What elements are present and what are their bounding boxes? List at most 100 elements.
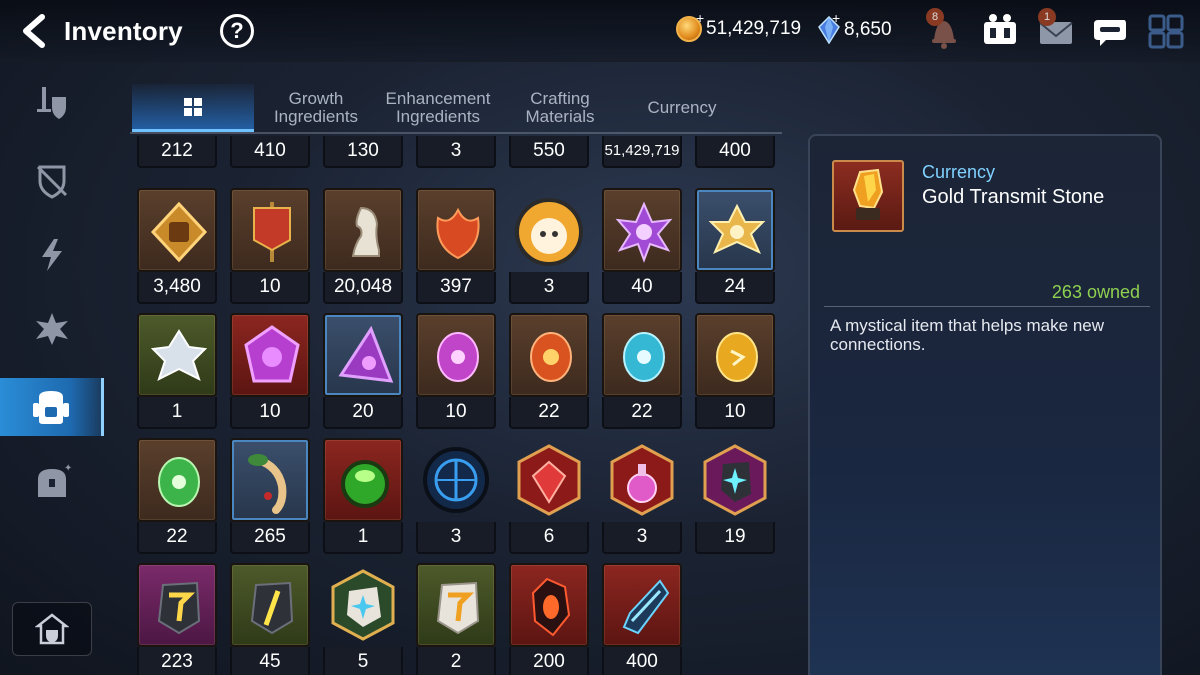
notifications-button[interactable]: 8 <box>924 8 964 50</box>
sidebar-item-storage[interactable]: ✦ <box>0 454 104 512</box>
home-icon <box>35 613 69 645</box>
back-button[interactable] <box>18 14 50 48</box>
item-slot[interactable]: 3 <box>509 188 589 304</box>
item-quantity: 223 <box>137 647 217 675</box>
item-slot[interactable]: 397 <box>416 188 496 304</box>
item-quantity: 3 <box>416 136 496 168</box>
item-frame <box>602 188 682 272</box>
item-slot[interactable]: 223 <box>137 563 217 675</box>
lightning-icon <box>42 239 62 271</box>
item-slot[interactable]: 22 <box>602 313 682 429</box>
item-frame <box>137 313 217 397</box>
item-slot[interactable]: 10 <box>230 188 310 304</box>
sidebar-item-artifact[interactable] <box>0 152 104 210</box>
chat-icon <box>1094 20 1126 46</box>
banner-icon <box>253 202 291 262</box>
white-rune-stone-icon <box>436 581 480 635</box>
tab-enhancement-ingredients[interactable]: Enhancement Ingredients <box>378 84 498 132</box>
item-slot[interactable]: 130 <box>323 136 403 168</box>
item-quantity: 1 <box>137 397 217 429</box>
item-slot[interactable]: 265 <box>230 438 310 554</box>
item-frame <box>416 438 496 522</box>
item-frame <box>323 313 403 397</box>
item-quantity: 22 <box>509 397 589 429</box>
item-slot[interactable]: 24 <box>695 188 775 304</box>
chest-icon: ✦ <box>38 463 72 497</box>
cyan-cross-stone-hex-icon <box>703 444 767 516</box>
item-quantity: 400 <box>695 136 775 168</box>
item-slot[interactable]: 10 <box>416 313 496 429</box>
item-slot[interactable]: 3 <box>602 438 682 554</box>
item-frame <box>509 563 589 647</box>
grid-icon <box>184 97 202 116</box>
dark-red-crystal-icon <box>531 577 571 637</box>
item-slot[interactable]: 20,048 <box>323 188 403 304</box>
grid-menu-icon <box>1148 14 1184 49</box>
top-bar: Inventory ? + 51,429,719 + 8,650 8 1 <box>0 0 1200 62</box>
category-sidebar: ✦ <box>0 62 104 675</box>
item-quantity: 200 <box>509 647 589 675</box>
item-slot[interactable]: 10 <box>695 313 775 429</box>
item-frame <box>416 313 496 397</box>
item-slot[interactable]: 45 <box>230 563 310 675</box>
tab-all[interactable] <box>132 84 254 132</box>
item-slot[interactable]: 212 <box>137 136 217 168</box>
item-slot[interactable]: 400 <box>695 136 775 168</box>
party-icon <box>984 14 1016 44</box>
gold-currency[interactable]: + 51,429,719 <box>676 10 802 42</box>
item-slot[interactable]: 22 <box>137 438 217 554</box>
item-slot[interactable]: 400 <box>602 563 682 675</box>
item-quantity: 10 <box>695 397 775 429</box>
inventory-tabs: Growth Ingredients Enhancement Ingredien… <box>130 84 782 134</box>
friends-button[interactable] <box>980 12 1020 50</box>
item-slot[interactable]: 1 <box>323 438 403 554</box>
purple-oval-gem-icon <box>437 332 479 382</box>
red-crystal-hex-icon <box>517 444 581 516</box>
tab-crafting-materials[interactable]: Crafting Materials <box>500 84 620 132</box>
item-slot[interactable]: 6 <box>509 438 589 554</box>
item-frame <box>509 438 589 522</box>
base-button[interactable] <box>12 602 92 656</box>
item-slot[interactable]: 51,429,719 <box>602 136 682 168</box>
svg-text:✦: ✦ <box>64 463 72 474</box>
item-slot[interactable]: 550 <box>509 136 589 168</box>
crystal-currency[interactable]: + 8,650 <box>818 10 892 44</box>
sidebar-item-skill[interactable] <box>0 300 104 358</box>
sidebar-item-power[interactable] <box>0 226 104 284</box>
item-frame <box>323 188 403 272</box>
item-grid: 212 410 130 3 550 51,429,719 400 3,480 1… <box>130 136 782 675</box>
sidebar-item-inventory[interactable] <box>0 378 104 436</box>
tab-growth-ingredients[interactable]: Growth Ingredients <box>256 84 376 132</box>
item-slot[interactable]: 5 <box>323 563 403 675</box>
item-quantity: 24 <box>695 272 775 304</box>
item-slot[interactable]: 10 <box>230 313 310 429</box>
item-slot[interactable]: 3,480 <box>137 188 217 304</box>
item-slot[interactable]: 40 <box>602 188 682 304</box>
item-quantity: 45 <box>230 647 310 675</box>
help-button[interactable]: ? <box>220 14 254 48</box>
sidebar-item-equipment[interactable] <box>0 74 104 132</box>
gold-amount: 51,429,719 <box>706 18 802 39</box>
item-frame <box>137 563 217 647</box>
mail-button[interactable]: 1 <box>1036 8 1076 50</box>
item-slot[interactable]: 2 <box>416 563 496 675</box>
tab-currency[interactable]: Currency <box>622 84 742 132</box>
item-quantity: 22 <box>137 522 217 554</box>
item-slot[interactable]: 410 <box>230 136 310 168</box>
item-slot[interactable]: 22 <box>509 313 589 429</box>
item-quantity: 19 <box>695 522 775 554</box>
item-slot[interactable]: 200 <box>509 563 589 675</box>
chat-button[interactable] <box>1090 12 1130 50</box>
blue-shard-crystal-icon <box>622 579 670 635</box>
white-stone-hex-icon <box>331 569 395 641</box>
item-slot[interactable]: 1 <box>137 313 217 429</box>
item-slot[interactable]: 19 <box>695 438 775 554</box>
divider <box>824 306 1150 307</box>
root-herb-icon <box>248 454 287 514</box>
item-slot[interactable]: 3 <box>416 438 496 554</box>
hero-portrait-icon <box>515 198 583 266</box>
skill-icon <box>36 313 68 345</box>
item-slot[interactable]: 3 <box>416 136 496 168</box>
menu-button[interactable] <box>1146 12 1186 50</box>
item-slot[interactable]: 20 <box>323 313 403 429</box>
